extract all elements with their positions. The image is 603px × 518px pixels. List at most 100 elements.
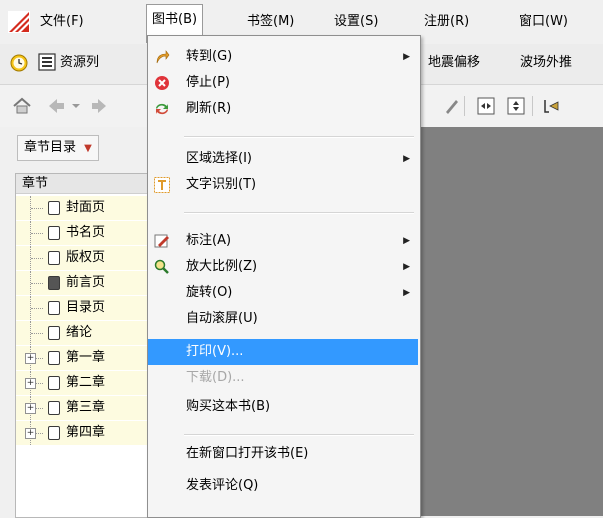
menu-file[interactable]: 文件(F) [36,12,88,32]
menu-item-label: 文字识别(T) [186,177,257,192]
menu-item-label: 下载(D)... [186,370,245,385]
fit-height-icon[interactable] [506,96,526,116]
page-icon [48,226,60,240]
menu-item-label: 旋转(O) [186,285,233,300]
tree-line [31,308,43,310]
tab-seismic-migration[interactable]: 地震偏移 [428,52,480,74]
app-logo-icon [8,11,30,33]
menu-bookmark[interactable]: 书签(M) [243,12,298,32]
tree-item-label: 封面页 [66,200,106,215]
menu-item-auto-scroll[interactable]: 自动滚屏(U) [148,306,418,332]
page-icon [48,201,60,215]
forward-icon[interactable] [92,96,108,116]
resource-list-icon[interactable] [38,53,56,71]
menu-item-zoom[interactable]: 放大比例(Z) ▶ [148,254,418,280]
select-icon[interactable] [542,96,562,116]
back-icon[interactable] [46,96,66,116]
expand-icon[interactable]: + [25,353,36,364]
page-icon [48,326,60,340]
tab-wavefield-extrapolation[interactable]: 波场外推 [520,52,572,74]
tree-line [31,258,43,260]
tree-item[interactable]: + 第一章 [16,346,154,370]
submenu-arrow-icon: ▶ [403,288,410,298]
menu-item-buy-book[interactable]: 购买这本书(B) [148,394,418,420]
tree-item[interactable]: + 第三章 [16,396,154,420]
menu-item-label: 标注(A) [186,233,232,248]
menu-item-rotate[interactable]: 旋转(O) ▶ [148,280,418,306]
tree-item[interactable]: + 第二章 [16,371,154,395]
clock-icon[interactable] [10,54,28,72]
tree-item-selected[interactable]: 前言页 [16,271,154,295]
tree-item[interactable]: 绪论 [16,321,154,345]
menu-item-goto[interactable]: 转到(G) ▶ [148,44,418,70]
expand-icon[interactable]: + [25,378,36,389]
menu-item-label: 区域选择(I) [186,151,252,166]
menu-item-label: 刷新(R) [186,101,232,116]
menu-item-label: 在新窗口打开该书(E) [186,446,309,461]
toc-dropdown-label: 章节目录 [24,140,77,155]
fit-width-icon[interactable] [476,96,496,116]
page-icon [48,401,60,415]
tree-item-label: 第一章 [66,350,106,365]
menu-item-post-comment[interactable]: 发表评论(Q) [148,473,418,499]
tree-item[interactable]: 封面页 [16,196,154,220]
tree-item-label: 目录页 [66,300,106,315]
tree-item-label: 第四章 [66,425,106,440]
tree-item-label: 绪论 [66,325,93,340]
submenu-arrow-icon: ▶ [403,262,410,272]
tree-item-label: 书名页 [66,225,106,240]
tree-header[interactable]: 章节 [16,174,154,194]
toolbar-divider [464,96,465,116]
expand-icon[interactable]: + [25,428,36,439]
menu-item-open-new-window[interactable]: 在新窗口打开该书(E) [148,441,418,467]
menu-item-area-select[interactable]: 区域选择(I) ▶ [148,146,418,172]
home-icon[interactable] [12,96,32,116]
tree-item-label: 第三章 [66,400,106,415]
submenu-arrow-icon: ▶ [403,236,410,246]
chevron-down-icon[interactable] [70,96,82,116]
submenu-arrow-icon: ▶ [403,52,410,62]
goto-arrow-icon [154,49,170,65]
menu-item-stop[interactable]: 停止(P) [148,70,418,96]
tree-item-label: 第二章 [66,375,106,390]
tab-resource-list[interactable]: 资源列 [60,52,99,74]
page-icon [48,301,60,315]
page-icon [48,376,60,390]
menu-item-label: 自动滚屏(U) [186,311,258,326]
pen-icon[interactable] [442,96,462,116]
tree-item-label: 前言页 [66,275,106,290]
menu-item-label: 打印(V)... [186,344,244,359]
menu-separator [184,434,414,436]
expand-icon[interactable]: + [25,403,36,414]
tree-line [31,283,43,285]
tree-item[interactable]: + 第四章 [16,421,154,445]
menu-settings[interactable]: 设置(S) [330,12,382,32]
chevron-down-icon: ▼ [84,143,92,154]
menu-item-download[interactable]: 下载(D)... [148,365,418,391]
menu-item-label: 购买这本书(B) [186,399,271,414]
menu-item-refresh[interactable]: 刷新(R) [148,96,418,122]
menu-window[interactable]: 窗口(W) [515,12,572,32]
tree-item[interactable]: 版权页 [16,246,154,270]
refresh-icon [154,101,170,117]
menu-item-label: 停止(P) [186,75,230,90]
menu-item-label: 转到(G) [186,49,233,64]
page-icon [48,276,60,290]
menu-separator [184,136,414,138]
document-view[interactable] [420,127,603,516]
tree-item[interactable]: 目录页 [16,296,154,320]
menu-item-print[interactable]: 打印(V)... [148,339,418,365]
page-icon [48,426,60,440]
menu-register[interactable]: 注册(R) [420,12,473,32]
tree-line [31,208,43,210]
toc-dropdown[interactable]: 章节目录 ▼ [17,135,99,161]
menu-item-label: 发表评论(Q) [186,478,259,493]
menu-item-annotate[interactable]: 标注(A) ▶ [148,228,418,254]
menu-item-text-recognition[interactable]: 文字识别(T) [148,172,418,198]
zoom-icon [154,259,170,275]
page-icon [48,351,60,365]
text-ocr-icon [154,177,170,193]
tree-item[interactable]: 书名页 [16,221,154,245]
tree-line [31,233,43,235]
menu-item-label: 放大比例(Z) [186,259,258,274]
